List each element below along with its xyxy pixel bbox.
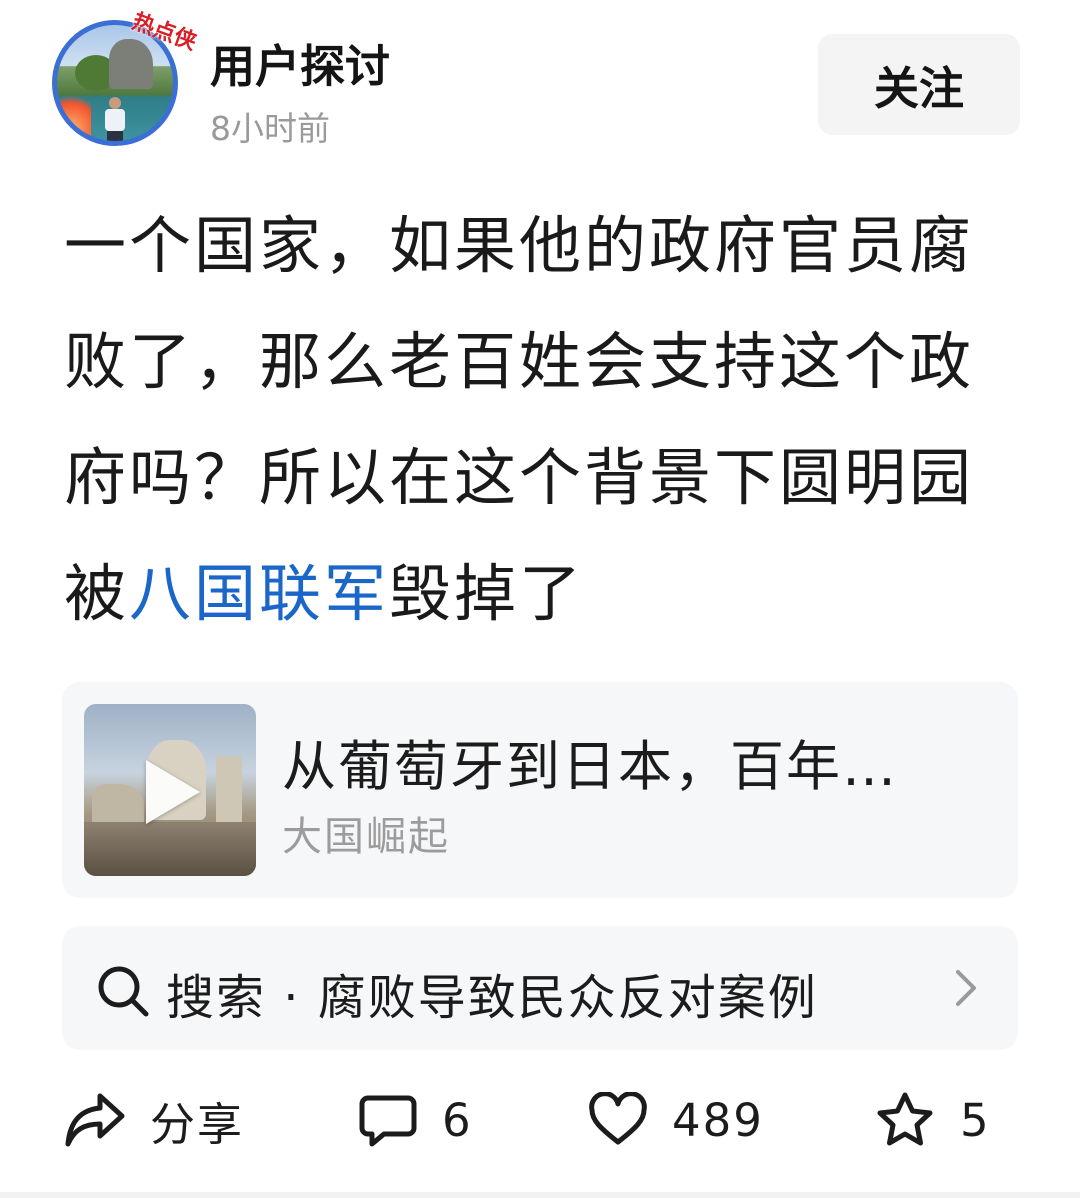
play-icon[interactable]: [146, 760, 200, 824]
post-page: 热点侠 用户探讨 8小时前 关注 一个国家，如果他的政府官员腐败了，那么老百姓会…: [0, 0, 1080, 1198]
like-count: 489: [672, 1093, 764, 1147]
comment-icon: [359, 1095, 417, 1147]
post-timestamp: 8小时前: [210, 109, 330, 148]
video-source: 大国崛起: [282, 814, 450, 860]
author-name[interactable]: 用户探讨: [210, 30, 390, 95]
favorite-button[interactable]: 5: [874, 1082, 991, 1158]
share-button[interactable]: 分享: [64, 1082, 244, 1158]
video-thumbnail[interactable]: [84, 704, 256, 876]
share-label: 分享: [150, 1097, 245, 1151]
avatar[interactable]: 热点侠: [52, 8, 200, 150]
chevron-right-icon: [956, 970, 976, 1006]
heart-icon: [589, 1092, 647, 1145]
favorite-count: 5: [960, 1093, 991, 1147]
video-card[interactable]: 从葡萄牙到日本，百年… 大国崛起: [62, 682, 1018, 898]
divider: [0, 1192, 1080, 1198]
comment-count: 6: [442, 1093, 473, 1147]
comment-button[interactable]: 6: [358, 1082, 473, 1158]
search-suggestion[interactable]: 搜索 · 腐败导致民众反对案例: [62, 926, 1018, 1050]
search-suggestion-text: 搜索 · 腐败导致民众反对案例: [166, 970, 818, 1026]
search-icon: [98, 966, 149, 1017]
video-title[interactable]: 从葡萄牙到日本，百年…: [282, 722, 982, 801]
star-icon: [877, 1092, 933, 1146]
share-icon: [65, 1093, 125, 1147]
like-button[interactable]: 489: [588, 1082, 764, 1158]
topic-link[interactable]: 八国联军: [129, 557, 389, 630]
flame-decoration: [57, 87, 91, 141]
post-content: 一个国家，如果他的政府官员腐败了，那么老百姓会支持这个政府吗？所以在这个背景下圆…: [64, 188, 1016, 652]
follow-button[interactable]: 关注: [818, 34, 1020, 135]
post-text-part: 毁掉了: [389, 557, 585, 630]
